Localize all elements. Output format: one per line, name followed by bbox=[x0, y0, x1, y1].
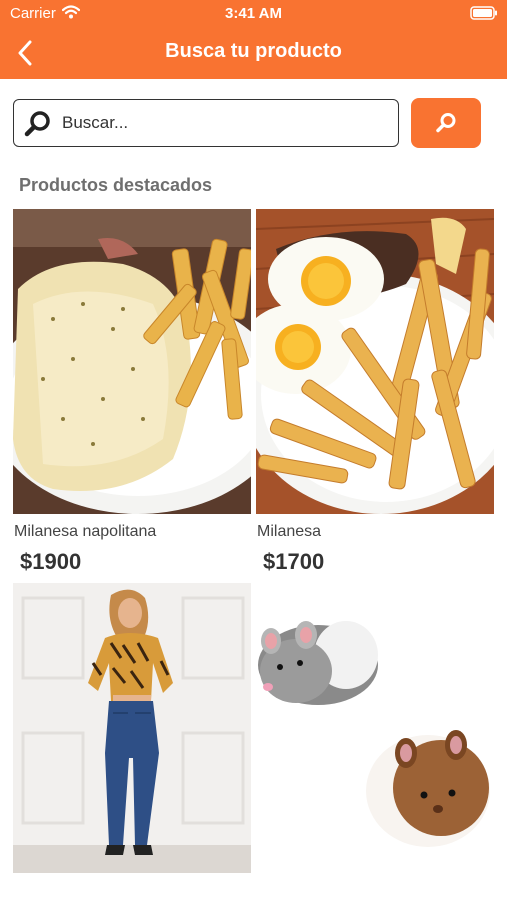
product-card[interactable]: Milanesa napolitana $1900 bbox=[13, 209, 251, 579]
product-image bbox=[256, 583, 494, 873]
status-time: 3:41 AM bbox=[225, 5, 282, 22]
search-field[interactable] bbox=[13, 99, 399, 147]
product-name: Milanesa bbox=[257, 523, 322, 540]
search-icon bbox=[436, 113, 456, 133]
product-card[interactable]: Milanesa $1700 bbox=[256, 209, 494, 579]
product-image bbox=[13, 583, 251, 873]
search-button[interactable] bbox=[411, 98, 481, 148]
product-price: $1900 bbox=[20, 549, 82, 574]
search-icon bbox=[24, 111, 50, 137]
product-image bbox=[256, 209, 494, 514]
search-input[interactable] bbox=[62, 108, 382, 138]
status-bar: Carrier 3:41 AM bbox=[0, 0, 507, 28]
navigation-bar: Carrier 3:41 AM Busca tu producto bbox=[0, 0, 507, 79]
product-name: Milanesa napolitana bbox=[14, 523, 157, 540]
page-title: Busca tu producto bbox=[165, 40, 342, 62]
product-price: $1700 bbox=[263, 549, 325, 574]
section-title: Productos destacados bbox=[19, 175, 213, 195]
product-card[interactable] bbox=[256, 583, 494, 873]
product-card[interactable] bbox=[13, 583, 251, 873]
product-image bbox=[13, 209, 251, 514]
battery-icon bbox=[470, 6, 497, 20]
